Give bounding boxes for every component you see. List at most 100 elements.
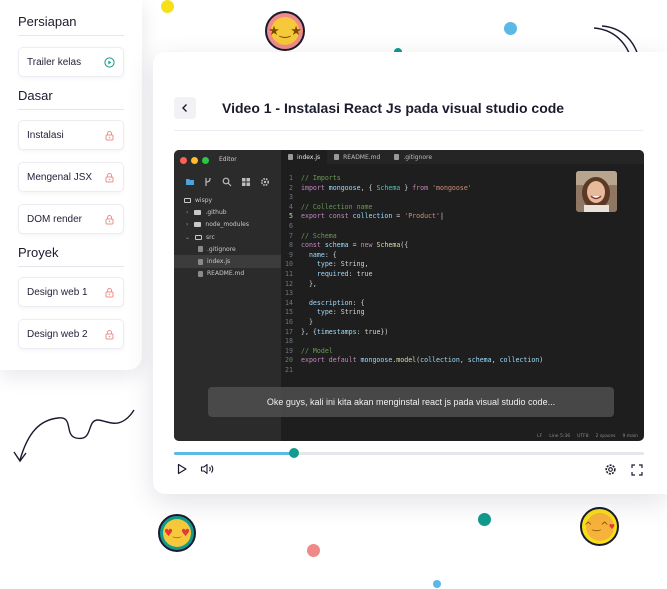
code-token: export default	[301, 356, 361, 365]
video-progress-handle[interactable]	[288, 448, 299, 458]
tab-label: README.md	[343, 153, 381, 161]
lesson-instalasi[interactable]: Instalasi	[18, 120, 124, 150]
lesson-dom-render[interactable]: DOM render	[18, 204, 124, 234]
decor-dot-blue-2	[433, 580, 441, 588]
decor-dot-pink	[307, 544, 320, 557]
tree-item-folder-open[interactable]: ⌄ src	[174, 231, 281, 243]
code-token: model	[396, 356, 417, 365]
tree-item-label: README.md	[207, 270, 245, 278]
tree-item-folder[interactable]: › node_modules	[174, 219, 281, 231]
lesson-mengenal-jsx[interactable]: Mengenal JSX	[18, 162, 124, 192]
fullscreen-button[interactable]	[630, 463, 643, 476]
tree-item-file-selected[interactable]: index.js	[174, 255, 281, 268]
tree-item-label: .github	[205, 208, 227, 216]
code-token: },	[301, 279, 317, 288]
window-close-dot	[180, 157, 187, 164]
decor-dot-yellow	[161, 0, 174, 13]
lock-icon	[104, 172, 115, 183]
video-frame[interactable]: Editor wispy › .github › node_modules ⌄ src…	[174, 150, 644, 441]
settings-button[interactable]	[603, 462, 618, 477]
code-line: 14 description: {	[281, 299, 581, 309]
code-token: Schema	[376, 241, 401, 250]
line-number: 13	[285, 289, 293, 298]
folder-icon	[194, 222, 202, 228]
code-token: mongoose	[360, 356, 393, 365]
code-line: 15 type: String	[281, 308, 581, 318]
tree-item-file[interactable]: README.md	[174, 268, 281, 280]
code-token: =	[348, 241, 361, 250]
lock-icon	[104, 287, 115, 298]
file-icon	[288, 154, 293, 160]
back-button[interactable]	[174, 97, 196, 119]
section-title-dasar: Dasar	[18, 88, 53, 103]
code-editor: 1// Imports 2 import mongoose, { Schema } …	[281, 174, 581, 375]
file-tree: wispy › .github › node_modules ⌄ src .gitig…	[174, 194, 281, 280]
tree-item-root[interactable]: wispy	[174, 194, 281, 206]
chevron-down-icon: ⌄	[185, 233, 191, 241]
line-number: 6	[289, 221, 293, 230]
editor-tab-readme[interactable]: README.md	[327, 150, 387, 164]
presenter-avatar	[576, 171, 617, 212]
code-token: name	[308, 250, 325, 259]
line-number: 8	[289, 241, 293, 250]
code-token: required	[316, 269, 349, 278]
file-icon	[198, 270, 203, 277]
gear-icon	[605, 464, 616, 475]
code-token: import	[301, 183, 329, 192]
file-icon	[394, 154, 400, 160]
editor-tab-index-js[interactable]: index.js	[281, 150, 328, 164]
code-token: new	[360, 241, 377, 250]
code-token: : true})	[356, 327, 389, 336]
line-number: 17	[285, 327, 293, 336]
play-button[interactable]	[175, 462, 189, 476]
code-token: collection	[352, 212, 393, 221]
code-token: : true	[348, 269, 373, 278]
file-icon	[334, 154, 340, 160]
tree-item-label: node_modules	[205, 221, 249, 229]
extensions-icon	[242, 178, 250, 186]
status-item: 9 main	[622, 434, 638, 439]
lesson-label: DOM render	[27, 213, 83, 225]
code-token: 'mongoose'	[432, 183, 472, 192]
tree-item-file[interactable]: .gitignore	[174, 243, 281, 255]
code-token: type	[316, 308, 333, 317]
search-icon	[222, 177, 232, 187]
title-divider	[174, 130, 643, 131]
editor-window-title: Editor	[219, 156, 237, 163]
editor-tabs: index.js README.md .gitignore	[281, 150, 644, 164]
lesson-design-web-2[interactable]: Design web 2	[18, 319, 124, 349]
lesson-label: Trailer kelas	[27, 56, 82, 68]
window-minimize-dot	[191, 157, 198, 164]
editor-status-bar: LF Line 5:36 UTF8 2 spaces 9 main	[537, 434, 638, 439]
lesson-label: Design web 2	[27, 328, 88, 340]
tree-item-folder[interactable]: › .github	[174, 206, 281, 218]
line-number: 7	[289, 231, 293, 240]
code-token: schema	[467, 356, 492, 365]
file-icon	[198, 258, 203, 265]
file-icon	[198, 246, 203, 253]
lesson-design-web-1[interactable]: Design web 1	[18, 277, 124, 307]
files-icon	[186, 179, 194, 185]
code-token: ({	[400, 241, 409, 250]
volume-button[interactable]	[199, 462, 215, 476]
code-token: const	[301, 241, 325, 250]
code-token: =	[392, 212, 405, 221]
code-token: }	[400, 183, 413, 192]
code-line: 5 export const collection = 'Product' |	[281, 212, 581, 222]
volume-icon	[200, 463, 213, 475]
lesson-trailer-kelas[interactable]: Trailer kelas	[18, 47, 124, 77]
line-number: 21	[285, 365, 293, 374]
video-progress-bar[interactable]	[174, 448, 644, 458]
status-item: LF	[537, 434, 543, 439]
code-token: , {	[360, 183, 377, 192]
heart-eyes-emoji: ♥‿♥	[158, 514, 196, 552]
window-maximize-dot	[202, 157, 209, 164]
editor-tab-gitignore[interactable]: .gitignore	[387, 150, 439, 164]
code-line: 16 }	[281, 318, 581, 328]
folder-open-icon	[184, 197, 191, 203]
code-token: : String,	[332, 260, 369, 269]
play-circle-icon	[104, 56, 115, 68]
code-token: schema	[324, 241, 349, 250]
tab-label: .gitignore	[403, 153, 433, 161]
